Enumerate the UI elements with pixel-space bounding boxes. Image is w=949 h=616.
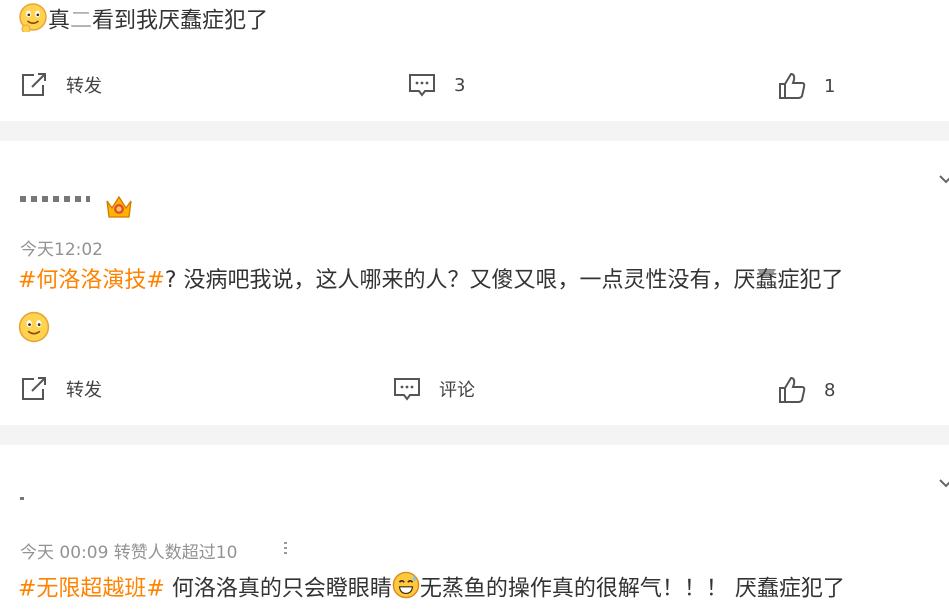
post2-timestamp: 今天12:02 <box>20 240 103 260</box>
post1-text-b: 看到我厌蠢症犯了 <box>92 8 269 34</box>
divider <box>0 121 949 141</box>
post1-text: 真二看到我厌蠢症犯了 <box>18 2 268 41</box>
post3-body-b: 无蒸鱼的操作真的很解气！！！ 厌蠢症犯了 <box>419 576 845 602</box>
repost-button[interactable]: 转发 <box>20 376 102 402</box>
like-icon <box>779 72 806 99</box>
post1-text-hidden: 二 <box>70 8 93 34</box>
like-button[interactable]: 1 <box>778 72 835 100</box>
comment-label: 评论 <box>439 380 475 401</box>
comment-icon <box>409 74 435 97</box>
sweat-smile-emoji-icon <box>392 571 420 608</box>
comment-count: 3 <box>454 74 466 96</box>
like-count: 1 <box>824 75 836 97</box>
chevron-down-icon[interactable] <box>939 476 949 490</box>
like-icon <box>779 376 806 403</box>
divider <box>0 425 949 445</box>
smile-emoji-icon <box>18 2 48 41</box>
repost-icon <box>22 73 46 96</box>
comment-icon <box>394 378 420 401</box>
comment-button[interactable]: 评论 <box>393 376 475 402</box>
post2-body: ? 没病吧我说，这人哪来的人？又傻又哏，一点灵性没有，厌蠢症犯了 <box>164 268 844 293</box>
post3-body-a: 何洛洛真的只会瞪眼睛 <box>164 576 392 602</box>
like-button[interactable]: 8 <box>778 376 835 404</box>
like-count: 8 <box>824 379 836 401</box>
post3-topic-link[interactable]: #无限超越班# <box>18 577 165 602</box>
repost-icon <box>22 377 46 400</box>
username-redacted <box>20 497 24 500</box>
smile-emoji-icon <box>18 311 50 347</box>
crown-badge-icon <box>104 192 134 224</box>
post2-text: #何洛洛演技#? 没病吧我说，这人哪来的人？又傻又哏，一点灵性没有，厌蠢症犯了 <box>18 266 844 296</box>
username-redacted <box>20 196 90 202</box>
post1-text-a: 真 <box>48 8 71 34</box>
post2-topic-link[interactable]: #何洛洛演技# <box>18 268 165 293</box>
repost-label: 转发 <box>66 380 102 401</box>
repost-button[interactable]: 转发 <box>20 72 102 98</box>
repost-label: 转发 <box>66 76 102 97</box>
redacted-mark <box>284 542 287 554</box>
comment-button[interactable]: 3 <box>408 72 465 98</box>
chevron-down-icon[interactable] <box>939 172 949 186</box>
post3-meta: 今天 00:09 转赞人数超过10 <box>20 543 238 563</box>
post3-text: #无限超越班# 何洛洛真的只会瞪眼睛 无蒸鱼的操作真的很解气！！！ 厌蠢症犯了 <box>18 571 845 608</box>
